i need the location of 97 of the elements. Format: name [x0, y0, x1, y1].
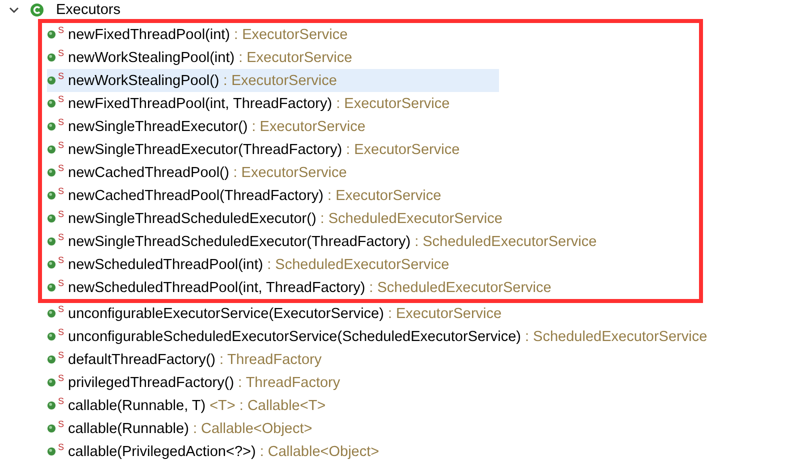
- method-icon: [47, 401, 56, 410]
- return-type: : ScheduledExecutorService: [267, 256, 450, 272]
- return-type: : ExecutorService: [328, 188, 442, 204]
- method-signature: newSingleThreadScheduledExecutor(): [68, 210, 316, 226]
- return-type: : Callable<Object>: [260, 444, 380, 460]
- method-icon: [47, 447, 56, 456]
- method-signature: newScheduledThreadPool(int, ThreadFactory): [68, 280, 366, 296]
- method-signature: newFixedThreadPool(int): [68, 26, 230, 42]
- method-item[interactable]: S newCachedThreadPool(ThreadFactory) : ExecutorService: [47, 184, 699, 207]
- class-name[interactable]: Executors: [56, 2, 120, 18]
- method-icon: [47, 30, 56, 39]
- return-type: : ExecutorService: [234, 26, 348, 42]
- method-signature: newSingleThreadExecutor(): [68, 118, 248, 134]
- method-item[interactable]: S callable(Runnable) : Callable<Object>: [38, 417, 794, 440]
- return-type: : ScheduledExecutorService: [369, 280, 552, 296]
- method-item[interactable]: S newScheduledThreadPool(int, ThreadFactory) : ScheduledExecutorService: [47, 276, 699, 299]
- method-icon: [47, 378, 56, 387]
- static-marker: S: [58, 94, 64, 104]
- static-marker: S: [58, 232, 64, 242]
- static-marker: S: [58, 186, 64, 196]
- method-signature: unconfigurableScheduledExecutorService(ScheduledExecutorService): [68, 328, 521, 344]
- method-item[interactable]: S unconfigurableExecutorService(ExecutorService) : ExecutorService: [38, 302, 794, 325]
- static-marker: S: [58, 209, 64, 219]
- method-icon: [47, 283, 56, 292]
- method-signature: callable(Runnable): [68, 420, 189, 436]
- method-signature: newCachedThreadPool(): [68, 164, 230, 180]
- method-item[interactable]: S newCachedThreadPool() : ExecutorService: [47, 161, 699, 184]
- method-item[interactable]: S newSingleThreadExecutor(ThreadFactory) : ExecutorService: [47, 138, 699, 161]
- class-icon: [30, 3, 44, 17]
- static-marker: S: [58, 48, 64, 58]
- method-item[interactable]: S unconfigurableScheduledExecutorService(ScheduledExecutorService) : ScheduledExecutorService: [38, 325, 794, 348]
- static-marker: S: [58, 327, 64, 337]
- method-icon: [47, 122, 56, 131]
- return-type: : ExecutorService: [223, 72, 337, 88]
- method-icon: [47, 145, 56, 154]
- method-item[interactable]: S newSingleThreadScheduledExecutor(ThreadFactory) : ScheduledExecutorService: [47, 230, 699, 253]
- method-signature: defaultThreadFactory(): [68, 352, 216, 368]
- method-item[interactable]: S newSingleThreadScheduledExecutor() : ScheduledExecutorService: [47, 207, 699, 230]
- return-type: : ExecutorService: [252, 118, 366, 134]
- static-marker: S: [58, 350, 64, 360]
- return-type: : ExecutorService: [388, 306, 502, 322]
- return-type: : ScheduledExecutorService: [525, 328, 708, 344]
- static-marker: S: [58, 117, 64, 127]
- static-marker: S: [58, 71, 64, 81]
- method-icon: [47, 53, 56, 62]
- static-marker: S: [58, 140, 64, 150]
- method-signature: newSingleThreadExecutor(ThreadFactory): [68, 142, 342, 158]
- return-type: : ScheduledExecutorService: [320, 210, 502, 226]
- method-signature: newSingleThreadScheduledExecutor(ThreadFactory): [68, 234, 411, 250]
- method-icon: [47, 332, 56, 341]
- static-marker: S: [58, 255, 64, 265]
- static-marker: S: [58, 396, 64, 406]
- method-item[interactable]: S defaultThreadFactory() : ThreadFactory: [38, 348, 794, 371]
- return-type: : ScheduledExecutorService: [414, 234, 597, 250]
- return-type: : ExecutorService: [346, 142, 460, 158]
- method-item[interactable]: S newScheduledThreadPool(int) : ScheduledExecutorService: [47, 253, 699, 276]
- method-icon: [47, 260, 56, 269]
- method-signature: newFixedThreadPool(int, ThreadFactory): [68, 96, 332, 112]
- return-type: <T> : Callable<T>: [210, 398, 326, 414]
- return-type: : ThreadFactory: [238, 374, 340, 390]
- static-marker: S: [58, 25, 64, 35]
- method-signature: newScheduledThreadPool(int): [68, 256, 264, 272]
- method-item[interactable]: S callable(PrivilegedAction<?>) : Callable<Object>: [38, 440, 794, 461]
- return-type: : ThreadFactory: [220, 352, 322, 368]
- method-item[interactable]: S newSingleThreadExecutor() : ExecutorService: [47, 115, 699, 138]
- method-item[interactable]: S callable(Runnable, T) <T> : Callable<T>: [38, 394, 794, 417]
- method-signature: newCachedThreadPool(ThreadFactory): [68, 188, 324, 204]
- method-icon: [47, 355, 56, 364]
- method-icon: [47, 424, 56, 433]
- return-type: : Callable<Object>: [192, 420, 312, 436]
- method-item[interactable]: S privilegedThreadFactory() : ThreadFactory: [38, 371, 794, 394]
- method-icon: [47, 191, 56, 200]
- method-signature: newWorkStealingPool(): [68, 72, 220, 88]
- method-signature: callable(Runnable, T): [68, 398, 206, 414]
- method-icon: [47, 309, 56, 318]
- method-icon: [47, 99, 56, 108]
- static-marker: S: [58, 373, 64, 383]
- method-signature: privilegedThreadFactory(): [68, 374, 234, 390]
- method-icon: [47, 214, 56, 223]
- method-icon: [47, 168, 56, 177]
- static-marker: S: [58, 419, 64, 429]
- method-icon: [47, 237, 56, 246]
- method-item[interactable]: S newFixedThreadPool(int) : ExecutorService: [47, 23, 699, 46]
- static-marker: S: [58, 163, 64, 173]
- static-marker: S: [58, 278, 64, 288]
- return-type: : ExecutorService: [336, 96, 450, 112]
- method-item[interactable]: S newFixedThreadPool(int, ThreadFactory) : ExecutorService: [47, 92, 699, 115]
- method-signature: callable(PrivilegedAction<?>): [68, 444, 256, 460]
- method-icon: [47, 76, 56, 85]
- static-marker: S: [58, 442, 64, 452]
- return-type: : ExecutorService: [238, 50, 352, 66]
- method-signature: unconfigurableExecutorService(ExecutorService): [68, 306, 384, 322]
- return-type: : ExecutorService: [233, 164, 347, 180]
- method-item[interactable]: S newWorkStealingPool(int) : ExecutorService: [47, 46, 699, 69]
- static-marker: S: [58, 304, 64, 314]
- method-signature: newWorkStealingPool(int): [68, 50, 235, 66]
- method-item[interactable]: S newWorkStealingPool() : ExecutorService: [47, 69, 499, 92]
